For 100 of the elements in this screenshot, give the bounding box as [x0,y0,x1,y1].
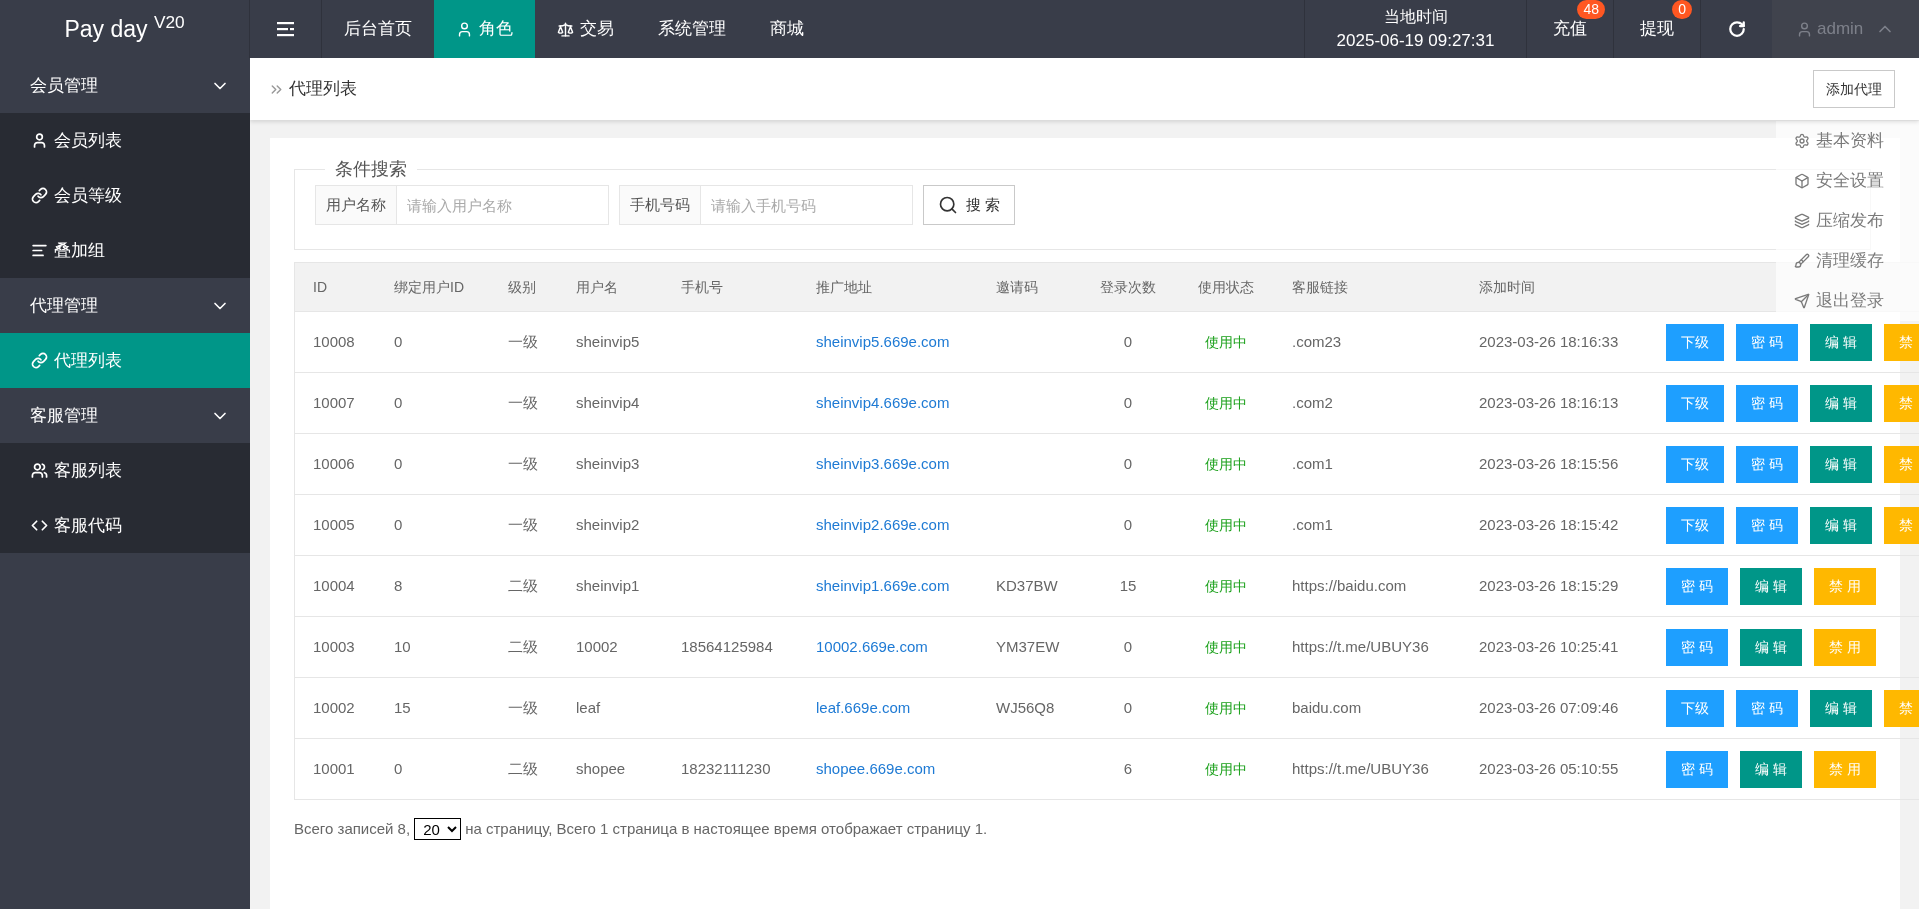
nav-tab[interactable]: 角色 [434,0,535,58]
search-button[interactable]: 搜 索 [923,185,1016,225]
sidebar-item[interactable]: 客服代码 [0,498,250,553]
table-cell: 2023-03-26 10:25:41 [1479,637,1619,655]
field-label: 手机号码 [619,185,701,225]
table-cell: 一级 [508,515,538,533]
row-action-button[interactable]: 编 辑 [1809,323,1872,361]
table-cell: 10002 [313,698,355,716]
row-action-button[interactable]: 编 辑 [1809,506,1872,544]
promo-link[interactable]: sheinvip5.669e.com [816,332,950,350]
table-cell: 0 [394,515,403,533]
column-header: 推广地址 [816,278,872,295]
sidebar-item[interactable]: 会员列表 [0,113,250,168]
row-action-button[interactable]: 密 码 [1736,445,1798,483]
field-label: 用户名称 [315,185,397,225]
row-action-button[interactable]: 编 辑 [1809,689,1872,727]
table-cell: 10004 [313,576,355,594]
table-cell: 15 [394,698,411,716]
search-field[interactable]: 请输入用户名称 [397,185,609,225]
nav-tab[interactable]: 后台首页 [322,0,434,58]
table-cell: 8 [394,576,403,594]
table-cell: 0 [394,759,403,777]
menu-item[interactable]: 基本资料 [1776,121,1919,161]
table-cell: 0 [1123,454,1133,472]
promo-link[interactable]: sheinvip2.669e.com [816,515,950,533]
layers-icon [1794,213,1810,229]
column-header: 邀请码 [996,278,1038,295]
row-action-button[interactable]: 密 码 [1666,628,1728,666]
table-cell: 10008 [313,332,355,350]
column-header: 手机号 [681,278,723,295]
promo-link[interactable]: sheinvip1.669e.com [816,576,950,594]
breadcrumb: 代理列表 [289,78,357,101]
table-cell: 2023-03-26 18:16:13 [1479,393,1619,411]
row-action-button[interactable]: 密 码 [1736,323,1798,361]
search-legend: 条件搜索 [325,156,417,183]
row-action-button[interactable]: 编 辑 [1809,445,1872,483]
nav-tab[interactable]: 交易 [535,0,636,58]
menu-item[interactable]: 压缩发布 [1776,201,1919,241]
page-size-select[interactable]: 20 [414,818,462,841]
clock-time: 2025-06-19 09:27:31 [1336,30,1495,52]
table-cell: 2023-03-26 18:16:33 [1479,332,1619,350]
count-badge: 48 [1577,0,1605,19]
row-action-button[interactable]: 编 辑 [1809,384,1872,422]
menu-item[interactable]: 安全设置 [1776,161,1919,201]
promo-link[interactable]: shopee.669e.com [816,759,936,777]
table-cell: .com1 [1292,515,1333,533]
promo-link[interactable]: 10002.669e.com [816,637,928,655]
row-action-button[interactable]: 编 辑 [1739,567,1802,605]
sidebar-item[interactable]: 会员等级 [0,168,250,223]
row-action-button[interactable]: 下级 [1666,689,1724,727]
table-cell: 10006 [313,454,355,472]
table-cell: 一级 [508,393,538,411]
column-header: 级别 [508,278,536,295]
search-field[interactable]: 请输入手机号码 [701,185,913,225]
status-text: 使用中 [1204,333,1247,350]
table-cell: 10007 [313,393,355,411]
refresh-icon [1727,20,1746,38]
row-action-button[interactable]: 密 码 [1666,750,1728,788]
count-badge: 0 [1672,0,1692,19]
row-action-button[interactable]: 下级 [1666,445,1724,483]
link-icon [31,352,48,369]
table-cell: 10 [394,637,411,655]
table-cell: 一级 [508,332,538,350]
promo-link[interactable]: sheinvip4.669e.com [816,393,950,411]
user-icon [456,20,473,38]
table-cell: 15 [1119,576,1137,594]
row-action-button[interactable]: 密 码 [1736,506,1798,544]
nav-tab[interactable]: 系统管理 [636,0,748,58]
row-action-button[interactable]: 下级 [1666,506,1724,544]
row-action-button[interactable]: 密 码 [1736,384,1798,422]
table-cell: 2023-03-26 05:10:55 [1479,759,1619,777]
row-action-button[interactable]: 编 辑 [1739,750,1802,788]
row-action-button[interactable]: 下级 [1666,384,1724,422]
add-agent-button[interactable]: 添加代理 [1813,70,1895,108]
row-action-button[interactable]: 密 码 [1736,689,1798,727]
sidebar-item[interactable]: 代理列表 [0,333,250,388]
sidebar-item[interactable]: 客服列表 [0,443,250,498]
user-menu-button[interactable]: admin [1772,0,1919,58]
pager-text: на страницу, Всего 1 страница в настоящее время отображает страницу 1. [465,819,988,839]
table-cell: 二级 [508,759,538,777]
menu-icon[interactable] [275,21,296,37]
row-action-button[interactable]: 编 辑 [1739,628,1802,666]
nav-tab[interactable]: 商城 [748,0,826,58]
menu-item[interactable]: 退出登录 [1776,281,1919,321]
link-icon [31,187,48,204]
clock-label: 当地时间 [1383,7,1448,27]
table-cell: 0 [1123,393,1133,411]
table-cell: 2023-03-26 18:15:56 [1479,454,1619,472]
list-icon [31,242,48,259]
sidebar-item[interactable]: 叠加组 [0,223,250,278]
row-action-button[interactable]: 密 码 [1666,567,1728,605]
promo-link[interactable]: sheinvip3.669e.com [816,454,950,472]
row-action-button[interactable]: 下级 [1666,323,1724,361]
menu-item[interactable]: 清理缓存 [1776,241,1919,281]
table-cell: 二级 [508,637,538,655]
table-cell: 一级 [508,454,538,472]
promo-link[interactable]: leaf.669e.com [816,698,911,716]
column-header: 登录次数 [1100,278,1156,295]
scale-icon [557,20,574,38]
brush-icon [1794,253,1810,269]
